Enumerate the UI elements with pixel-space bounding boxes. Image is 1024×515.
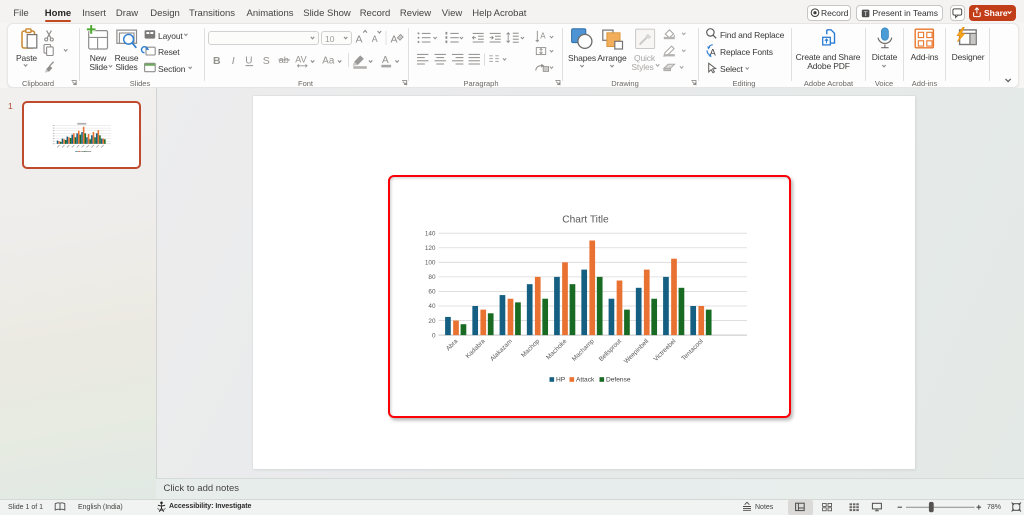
svg-text:T: T [864,11,868,18]
svg-text:AV: AV [295,54,306,64]
svg-text:A: A [356,34,363,46]
svg-text:A: A [382,55,389,66]
svg-text:A: A [540,31,546,40]
svg-text:B: B [213,55,221,67]
svg-text:U: U [245,55,252,66]
svg-text:Aa: Aa [322,56,335,67]
svg-text:S: S [263,55,270,67]
svg-text:I: I [232,55,235,67]
svg-text:A: A [372,34,378,44]
svg-text:A: A [391,34,398,46]
